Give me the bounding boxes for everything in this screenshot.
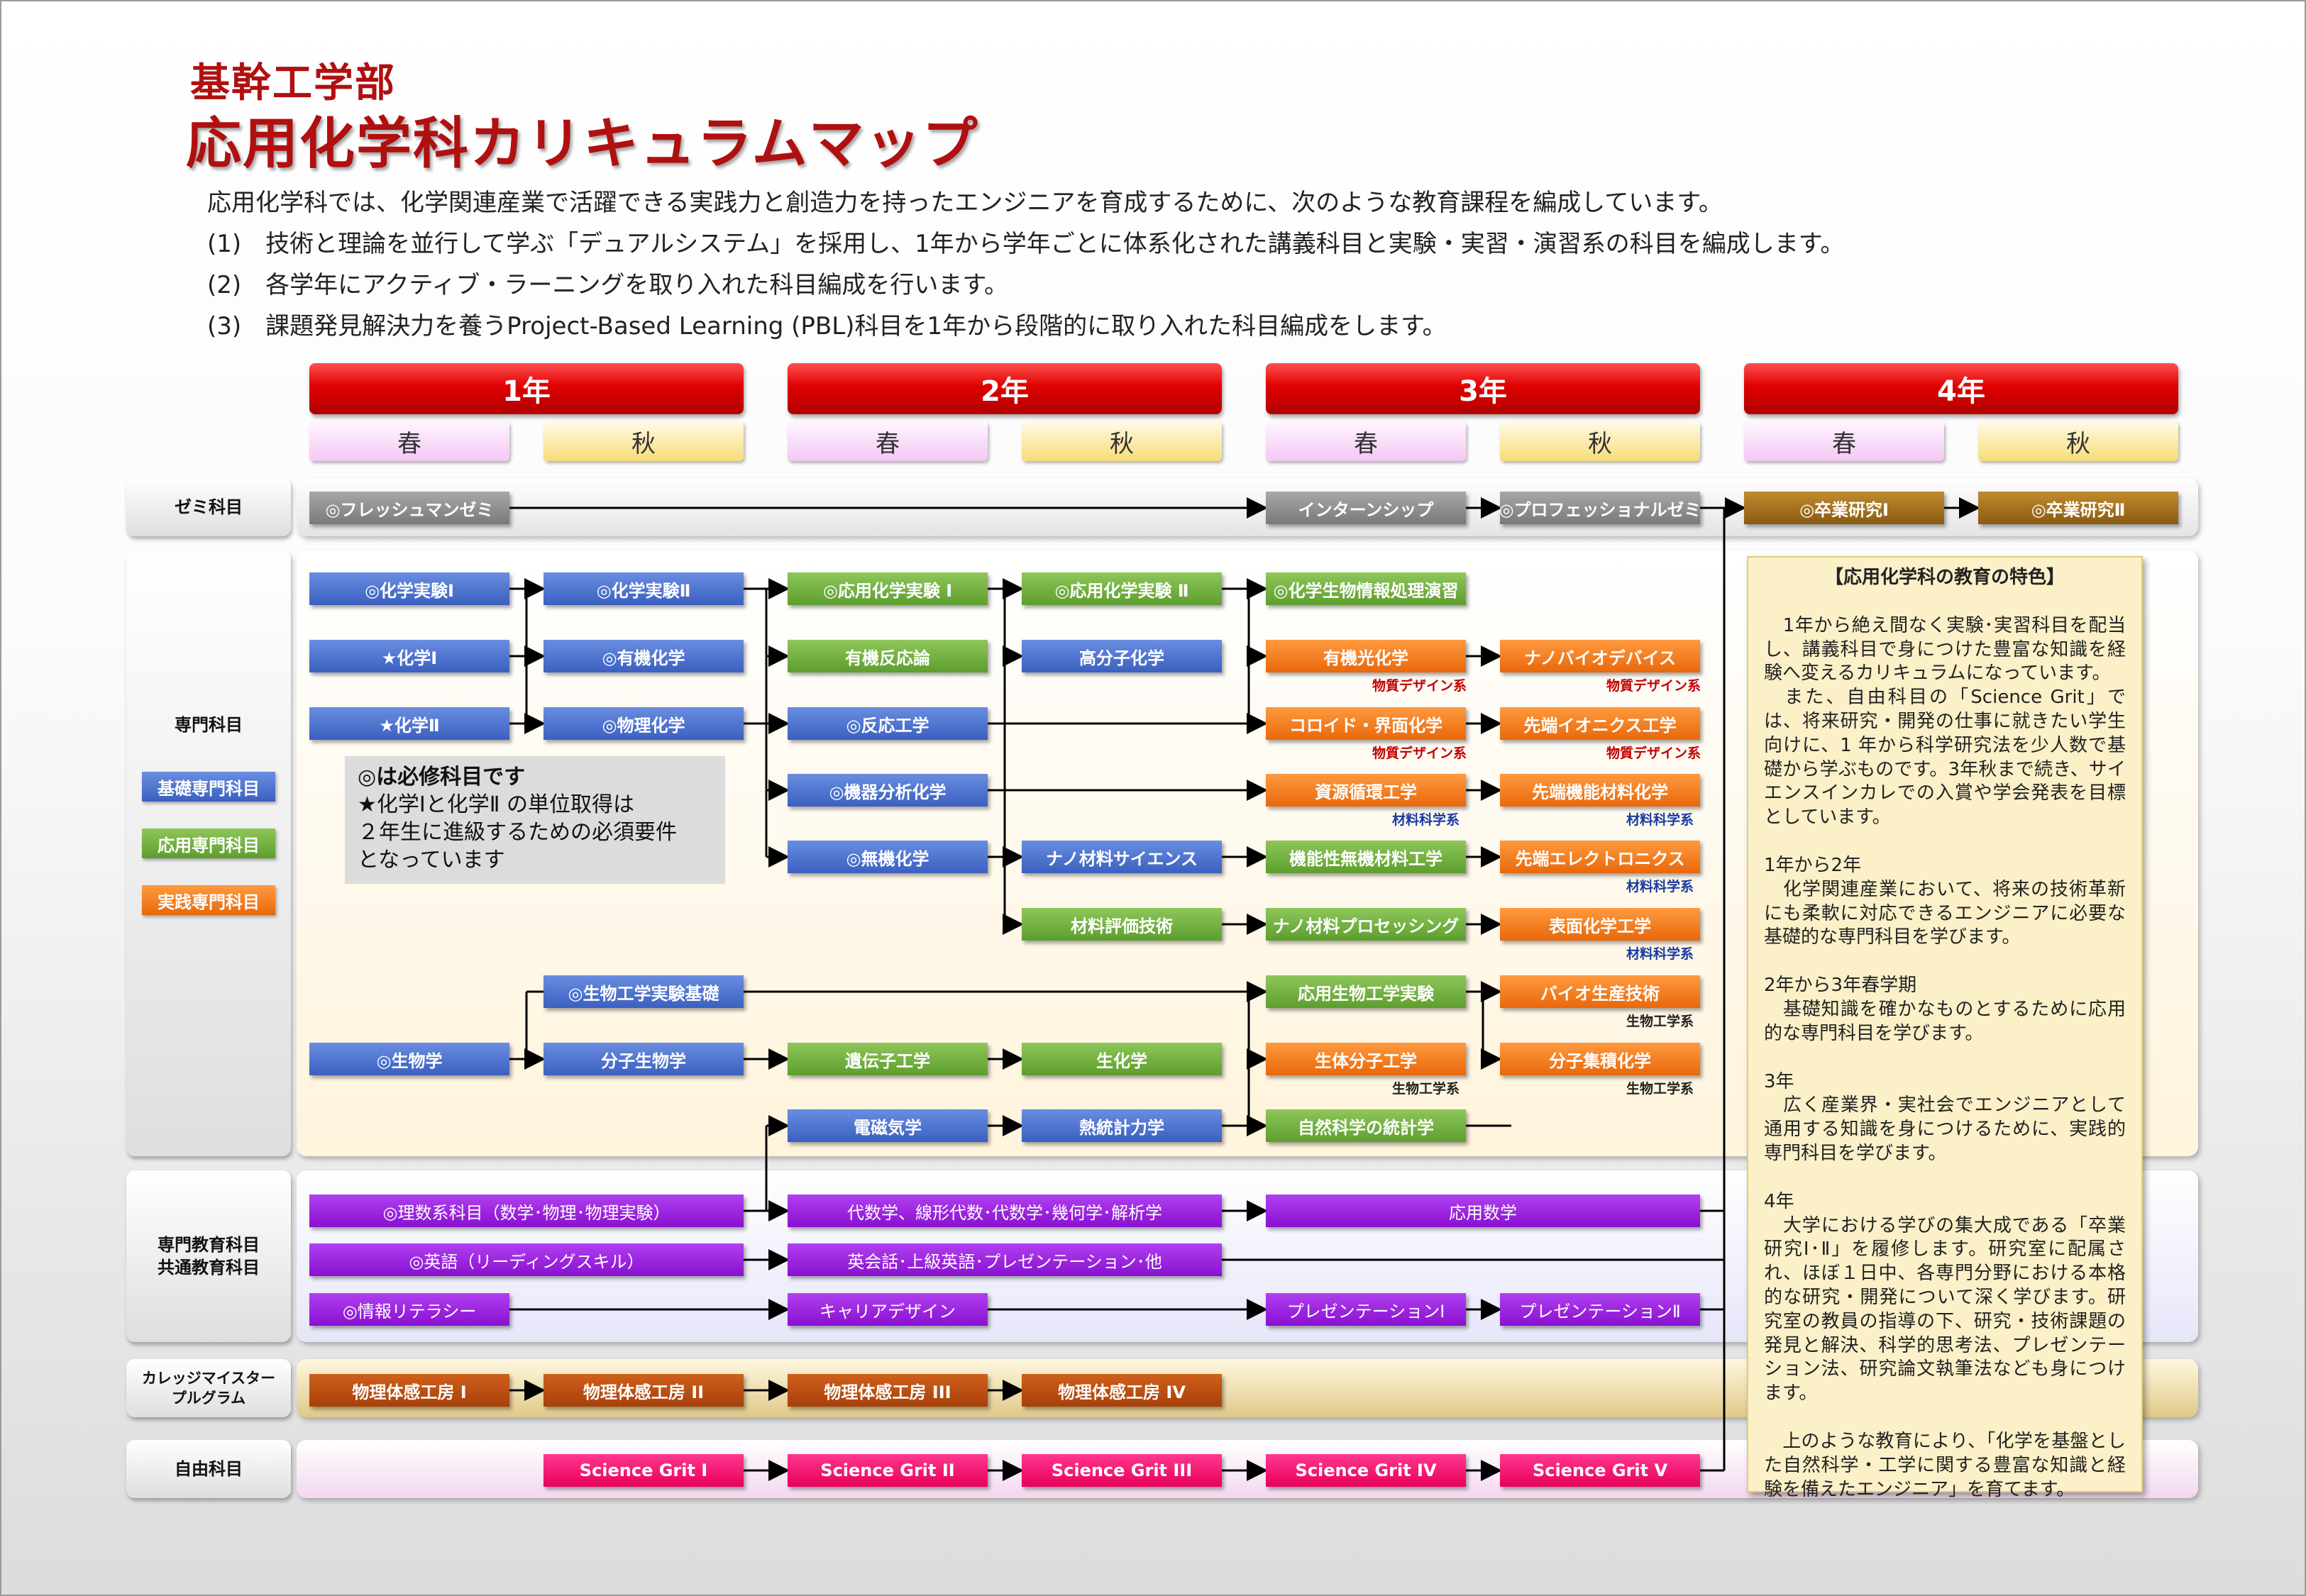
course-polymer-chem: 高分子化学 — [1022, 640, 1222, 672]
course-natural-science-stats: 自然科学の統計学 — [1266, 1109, 1466, 1142]
course-biology: ◎生物学 — [309, 1043, 509, 1075]
course-math-algebra: 代数学、線形代数･代数学･幾何学･解析学 — [788, 1195, 1222, 1227]
course-advanced-ionics: 先端イオニクス工学 — [1500, 707, 1700, 740]
education-features-panel: 【応用化学科の教育の特色】 1年から絶え間なく実験･実習科目を配当し、講義科目で… — [1747, 556, 2143, 1500]
course-biomolecular-eng: 生体分子工学 — [1266, 1043, 1466, 1075]
course-applied-chem-exp-2: ◎応用化学実験 Ⅱ — [1022, 572, 1222, 605]
course-reaction-eng: ◎反応工学 — [788, 707, 988, 740]
features-p1: 1年から絶え間なく実験･実習科目を配当し、講義科目で身につけた豊富な知識を経験へ… — [1764, 614, 2126, 685]
course-chemistry-2: ★化学Ⅱ — [309, 707, 509, 740]
features-p3: 化学関連産業において、将来の技術革新にも柔軟に対応できるエンジニアに必要な基礎的… — [1764, 878, 2126, 948]
course-bioeng-exp-basic: ◎生物工学実験基礎 — [544, 975, 744, 1008]
note-line-4: となっています — [358, 848, 505, 872]
features-p6: 大学における学びの集大成である「卒業研究Ⅰ･Ⅱ」を履修します。研究室に配属され、… — [1764, 1214, 2126, 1404]
course-nano-material-science: ナノ材料サイエンス — [1022, 841, 1222, 873]
course-english-reading: ◎英語（リーディングスキル） — [309, 1243, 744, 1276]
course-advanced-functional-materials: 先端機能材料化学 — [1500, 774, 1700, 807]
tag-bio: 生物工学系 — [1626, 1014, 1694, 1029]
tag-material: 材料科学系 — [1626, 812, 1694, 828]
course-chem-exp-1: ◎化学実験Ⅰ — [309, 572, 509, 605]
features-h1: 1年から2年 — [1764, 854, 1862, 876]
course-organic-photochem: 有機光化学 — [1266, 640, 1466, 672]
course-surface-chem-eng: 表面化学工学 — [1500, 908, 1700, 941]
note-line-2: ★化学Ⅰと化学Ⅱ の単位取得は — [358, 792, 635, 817]
course-professional-seminar: ◎プロフェッショナルゼミ — [1499, 492, 1701, 524]
course-colloid-interface: コロイド・界面化学 — [1266, 707, 1466, 740]
course-resource-recycling: 資源循環工学 — [1266, 774, 1466, 807]
tag-design: 物質デザイン系 — [1372, 746, 1467, 761]
course-physics-workshop-2: 物理体感工房 II — [544, 1374, 744, 1407]
features-p5: 広く産業界・実社会でエンジニアとして通用する知識を身につけるために、実践的専門科… — [1764, 1095, 2126, 1164]
course-chem-bio-info: ◎化学生物情報処理演習 — [1266, 572, 1466, 605]
tag-bio: 生物工学系 — [1626, 1081, 1694, 1097]
course-molecular-assembly: 分子集積化学 — [1500, 1043, 1700, 1075]
course-science-grit-5: Science Grit V — [1500, 1454, 1700, 1487]
course-science-grit-3: Science Grit III — [1022, 1454, 1222, 1487]
course-instrumental-analysis: ◎機器分析化学 — [788, 774, 988, 807]
course-physics-workshop-3: 物理体感工房 III — [788, 1374, 988, 1407]
tag-material: 材料科学系 — [1626, 879, 1694, 894]
course-english-advanced: 英会話･上級英語･プレゼンテーション･他 — [788, 1243, 1222, 1276]
course-electromagnetism: 電磁気学 — [788, 1109, 988, 1142]
course-chemistry-1: ★化学Ⅰ — [309, 640, 509, 672]
note-line-1: ◎は必修科目です — [358, 765, 526, 789]
course-applied-math: 応用数学 — [1266, 1195, 1700, 1227]
tag-design: 物質デザイン系 — [1606, 746, 1701, 761]
features-p7: 上のような教育により、「化学を基盤とした自然科学・工学に関する豊富な知識と経験を… — [1764, 1430, 2126, 1500]
course-organic-reaction: 有機反応論 — [788, 640, 988, 672]
course-science-grit-4: Science Grit IV — [1266, 1454, 1466, 1487]
course-science-grit-2: Science Grit II — [788, 1454, 988, 1487]
tag-material: 材料科学系 — [1392, 812, 1460, 828]
features-h3: 3年 — [1764, 1070, 1794, 1092]
course-applied-bioeng-exp: 応用生物工学実験 — [1266, 975, 1466, 1008]
features-p4: 基礎知識を確かなものとするために応用的な専門科目を学びます。 — [1764, 998, 2126, 1044]
course-advanced-electronics: 先端エレクトロニクス — [1500, 841, 1700, 873]
note-line-3: ２年生に進級するための必須要件 — [358, 820, 677, 845]
course-genetic-eng: 遺伝子工学 — [788, 1043, 988, 1075]
features-h4: 4年 — [1764, 1190, 1794, 1212]
course-presentation-1: プレゼンテーションⅠ — [1266, 1293, 1466, 1326]
course-graduation-research-1: ◎卒業研究Ⅰ — [1744, 492, 1944, 524]
course-material-evaluation: 材料評価技術 — [1022, 908, 1222, 941]
tag-design: 物質デザイン系 — [1606, 678, 1701, 694]
course-biochemistry: 生化学 — [1022, 1043, 1222, 1075]
course-applied-chem-exp-1: ◎応用化学実験 Ⅰ — [788, 572, 988, 605]
course-nano-biodevice: ナノバイオデバイス — [1500, 640, 1700, 672]
course-bio-production: バイオ生産技術 — [1500, 975, 1700, 1008]
course-graduation-research-2: ◎卒業研究Ⅱ — [1978, 492, 2178, 524]
course-physics-workshop-4: 物理体感工房 IV — [1022, 1374, 1222, 1407]
course-math-physics: ◎理数系科目（数学･物理･物理実験） — [309, 1195, 744, 1227]
course-nano-processing: ナノ材料プロセッシング — [1266, 908, 1466, 941]
course-science-grit-1: Science Grit I — [544, 1454, 744, 1487]
features-h2: 2年から3年春学期 — [1764, 975, 1917, 997]
course-physics-workshop-1: 物理体感工房 Ⅰ — [309, 1374, 509, 1407]
course-freshman-seminar: ◎フレッシュマンゼミ — [309, 492, 509, 524]
tag-bio: 生物工学系 — [1392, 1081, 1460, 1097]
course-career-design: キャリアデザイン — [788, 1293, 988, 1326]
requirement-note: ◎は必修科目です ★化学Ⅰと化学Ⅱ の単位取得は ２年生に進級するための必須要件… — [345, 756, 725, 884]
tag-design: 物質デザイン系 — [1372, 678, 1467, 694]
course-info-literacy: ◎情報リテラシー — [309, 1293, 509, 1326]
features-title: 【応用化学科の教育の特色】 — [1824, 567, 2065, 588]
course-internship: インターンシップ — [1266, 492, 1466, 524]
tag-material: 材料科学系 — [1626, 946, 1694, 962]
course-organic-chem: ◎有機化学 — [544, 640, 744, 672]
course-inorganic-chem: ◎無機化学 — [788, 841, 988, 873]
course-molecular-biology: 分子生物学 — [544, 1043, 744, 1075]
course-functional-inorganic: 機能性無機材料工学 — [1266, 841, 1466, 873]
course-chem-exp-2: ◎化学実験Ⅱ — [544, 572, 744, 605]
course-presentation-2: プレゼンテーションⅡ — [1500, 1293, 1700, 1326]
features-p2: また、自由科目の「Science Grit」では、将来研究・開発の仕事に就きたい… — [1764, 687, 2126, 829]
course-thermal-statistics: 熱統計力学 — [1022, 1109, 1222, 1142]
course-physical-chem: ◎物理化学 — [544, 707, 744, 740]
